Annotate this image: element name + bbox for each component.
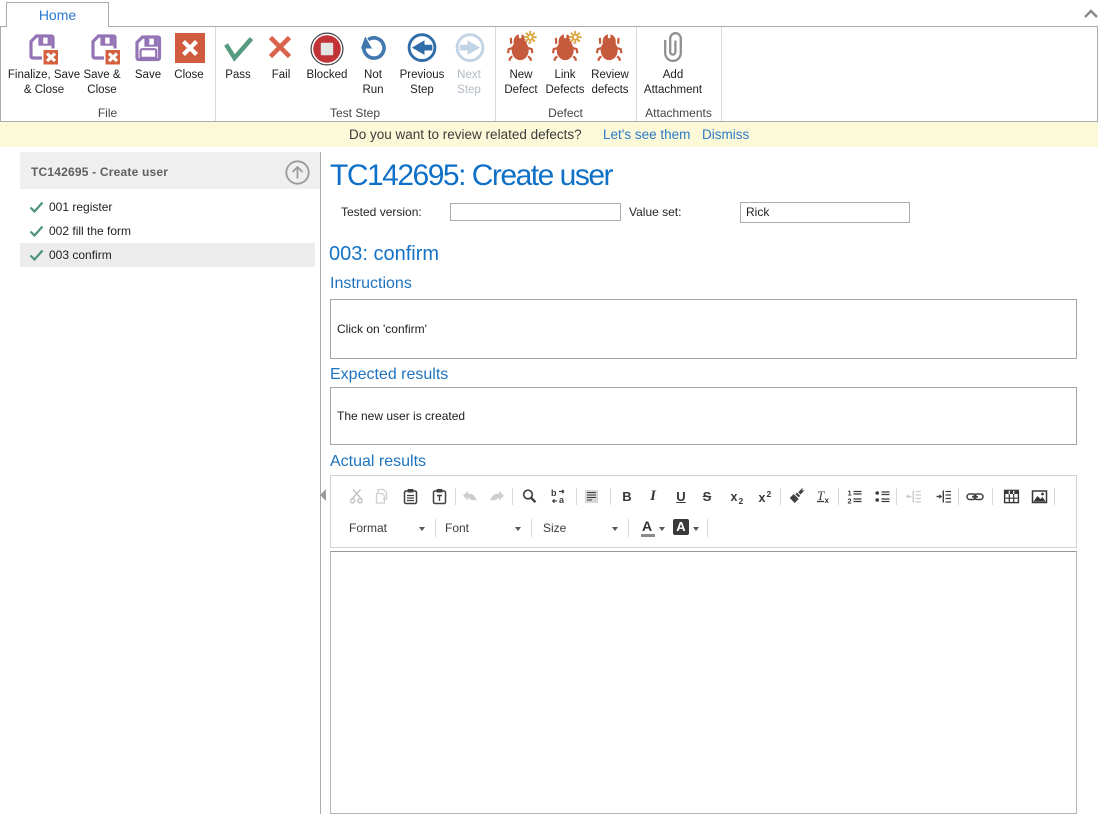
svg-text:2: 2 [848,497,852,506]
svg-text:b: b [551,488,557,498]
svg-text:2: 2 [739,496,744,505]
svg-text:2: 2 [767,489,772,499]
svg-text:x: x [731,490,738,504]
svg-text:a: a [559,495,565,505]
svg-text:x: x [759,491,766,505]
svg-text:x: x [825,496,830,505]
